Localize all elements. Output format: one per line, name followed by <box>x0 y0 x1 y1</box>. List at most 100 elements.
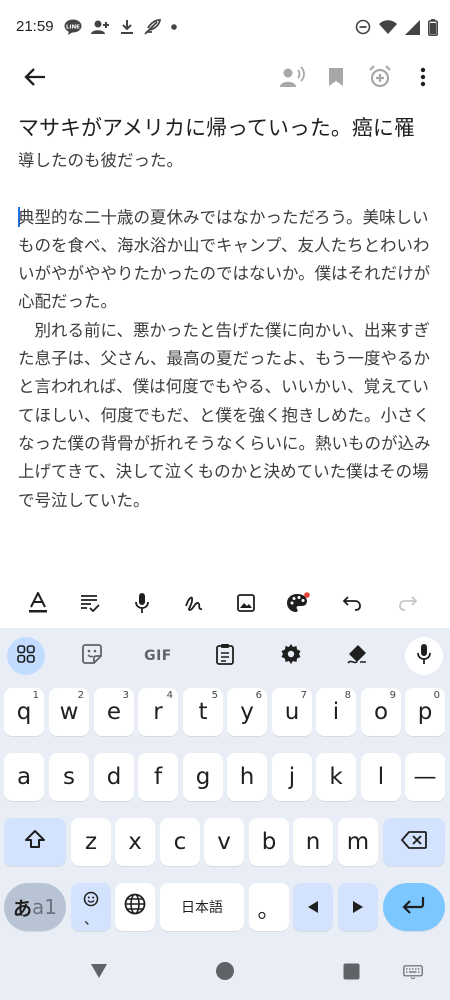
note-title[interactable]: マサキがアメリカに帰っていった。癌に罹 <box>18 112 450 144</box>
shift-key[interactable] <box>4 818 66 866</box>
voice-input-button[interactable] <box>127 590 157 620</box>
reminder-icon <box>368 65 392 93</box>
nav-recents-button[interactable] <box>338 960 364 986</box>
clipboard-button[interactable] <box>206 638 244 674</box>
key-g[interactable]: g <box>183 753 223 801</box>
back-button[interactable] <box>17 61 53 97</box>
sticker-icon <box>81 643 103 669</box>
lang-sub-label: a1 <box>32 895 57 919</box>
key-h[interactable]: h <box>227 753 267 801</box>
nav-back-icon <box>90 963 108 983</box>
checklist-button[interactable] <box>75 590 105 620</box>
key-label: j <box>288 764 296 790</box>
key-x[interactable]: x <box>115 818 155 866</box>
battery-icon <box>428 18 438 36</box>
feather-icon <box>143 19 161 35</box>
redo-button[interactable] <box>393 590 423 620</box>
keyboard-mic-button[interactable] <box>405 637 443 675</box>
key-k[interactable]: k <box>316 753 356 801</box>
person-add-icon <box>91 19 111 35</box>
status-bar: 21:59 LINE <box>0 0 450 56</box>
key-b[interactable]: b <box>249 818 289 866</box>
navigation-bar <box>0 948 450 1000</box>
nav-recents-icon <box>343 963 360 984</box>
key-o[interactable]: o9 <box>361 688 401 736</box>
arrow-left-icon <box>307 894 319 920</box>
undo-icon <box>342 595 362 615</box>
language-switch-key[interactable]: あ a1 <box>4 883 66 931</box>
key-d[interactable]: d <box>94 753 134 801</box>
apps-button[interactable] <box>7 637 45 675</box>
key-label: c <box>173 829 187 855</box>
key-l[interactable]: l <box>361 753 401 801</box>
key-label: w <box>59 699 79 725</box>
key-t[interactable]: t5 <box>183 688 223 736</box>
paragraph-text: 典型的な二十歳の夏休みではなかっただろう。美味しいものを食べ、海水浴か山でキャン… <box>18 207 431 312</box>
key-w[interactable]: w2 <box>49 688 89 736</box>
globe-key[interactable] <box>115 883 155 931</box>
cursor-right-key[interactable] <box>338 883 378 931</box>
key-m[interactable]: m <box>338 818 378 866</box>
nav-back-button[interactable] <box>86 960 112 986</box>
bookmark-icon <box>328 67 344 91</box>
sticker-button[interactable] <box>73 638 111 674</box>
text-format-button[interactable] <box>23 590 53 620</box>
key-z[interactable]: z <box>71 818 111 866</box>
bookmark-button[interactable] <box>318 61 354 97</box>
nav-home-button[interactable] <box>212 960 238 986</box>
voice-button[interactable] <box>274 61 310 97</box>
key-hint: 7 <box>300 690 307 701</box>
key-j[interactable]: j <box>272 753 312 801</box>
emoji-icon <box>83 887 99 913</box>
key-label: h <box>239 764 255 790</box>
space-key[interactable]: 日本語 <box>160 883 244 931</box>
key-label: — <box>413 764 437 790</box>
backspace-icon <box>401 829 427 855</box>
key-s[interactable]: s <box>49 753 89 801</box>
emoji-key-sub: 、 <box>84 912 98 928</box>
key-a[interactable]: a <box>4 753 44 801</box>
handwriting-button[interactable] <box>338 638 376 674</box>
key-i[interactable]: i8 <box>316 688 356 736</box>
redo-icon <box>398 595 418 615</box>
period-key[interactable]: 。 <box>249 883 289 931</box>
status-time: 21:59 <box>16 18 54 35</box>
paragraph: 別れる前に、悪かったと告げた僕に向かい、出来すぎた息子は、父さん、最高の夏だった… <box>18 320 431 510</box>
key-r[interactable]: r4 <box>138 688 178 736</box>
key-c[interactable]: c <box>160 818 200 866</box>
key-y[interactable]: y6 <box>227 688 267 736</box>
key-dash[interactable]: — <box>405 753 445 801</box>
dnd-icon <box>355 19 371 35</box>
settings-icon <box>280 643 302 669</box>
format-toolbar <box>0 586 450 624</box>
key-e[interactable]: e3 <box>94 688 134 736</box>
image-button[interactable] <box>231 590 261 620</box>
key-v[interactable]: v <box>204 818 244 866</box>
palette-button[interactable] <box>283 590 313 620</box>
note-body[interactable]: 導したのも彼だった。 典型的な二十歳の夏休みではなかっただろう。美味しいものを食… <box>18 147 438 515</box>
keyboard-toolbar: GIF <box>0 628 450 684</box>
gif-label: GIF <box>144 648 172 664</box>
shift-icon <box>24 829 46 855</box>
undo-button[interactable] <box>337 590 367 620</box>
backspace-key[interactable] <box>383 818 445 866</box>
cursor-left-key[interactable] <box>293 883 333 931</box>
key-u[interactable]: u7 <box>272 688 312 736</box>
key-p[interactable]: p0 <box>405 688 445 736</box>
key-n[interactable]: n <box>293 818 333 866</box>
globe-icon <box>124 893 146 921</box>
settings-button[interactable] <box>272 638 310 674</box>
enter-key[interactable] <box>383 883 445 931</box>
svg-text:LINE: LINE <box>66 25 80 31</box>
gif-button[interactable]: GIF <box>138 638 178 674</box>
key-q[interactable]: q1 <box>4 688 44 736</box>
key-label: u <box>284 699 300 725</box>
draw-button[interactable] <box>179 590 209 620</box>
reminder-button[interactable] <box>362 61 398 97</box>
emoji-key[interactable]: 、 <box>71 883 111 931</box>
key-f[interactable]: f <box>138 753 178 801</box>
more-button[interactable] <box>405 61 441 97</box>
key-label: x <box>128 829 142 855</box>
keyboard-switch-button[interactable] <box>400 962 426 984</box>
soft-keyboard: GIF q1 w2 e3 r4 t5 y6 u7 i8 o9 p0 a s d … <box>0 628 450 1000</box>
